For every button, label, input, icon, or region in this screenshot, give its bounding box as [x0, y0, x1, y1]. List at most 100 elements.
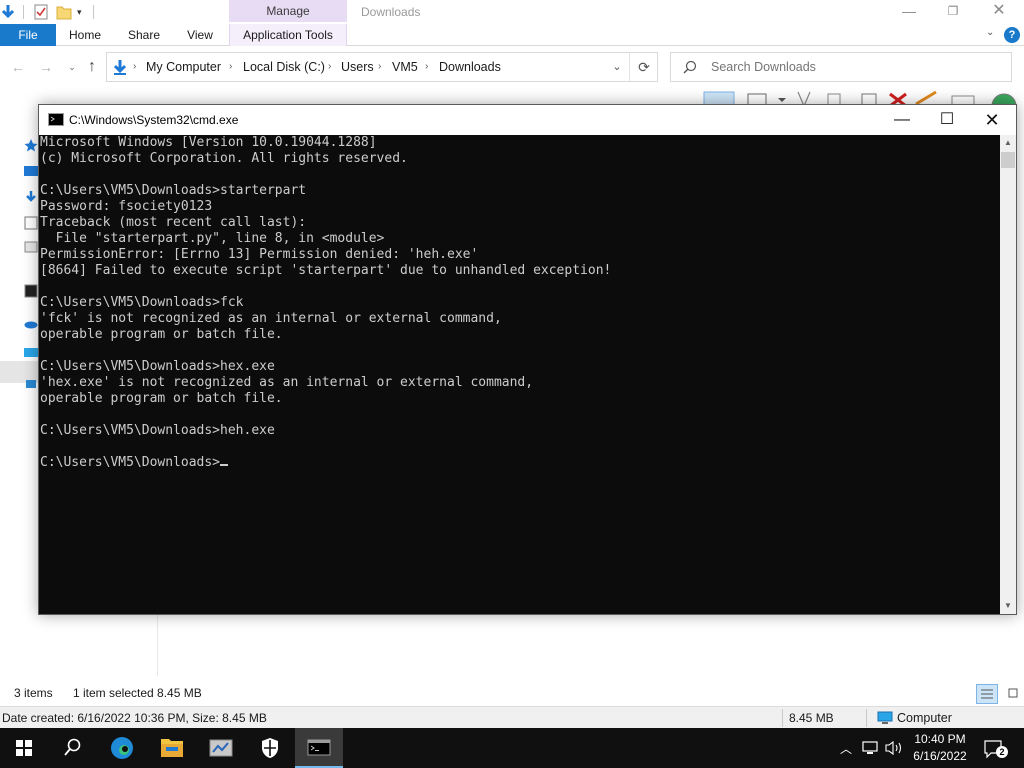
action-center-button[interactable]: 2: [982, 738, 1008, 760]
console-line: operable program or batch file.: [40, 327, 283, 342]
cmd-titlebar[interactable]: C:\Windows\System32\cmd.exe — ☐ ✕: [39, 105, 1016, 135]
volume-icon[interactable]: [884, 740, 906, 756]
breadcrumb-separator-icon[interactable]: ›: [229, 53, 232, 81]
text-cursor: [220, 464, 229, 466]
taskbar-windows-security-button[interactable]: [246, 728, 294, 768]
console-line: [8664] Failed to execute script 'starter…: [40, 263, 612, 278]
windows-start-icon: [16, 740, 32, 756]
refresh-icon[interactable]: ⟳: [633, 53, 655, 81]
taskbar-cmd-button[interactable]: [295, 728, 343, 768]
search-icon: [683, 60, 697, 74]
explorer-status-bar: 3 items 1 item selected 8.45 MB: [0, 680, 1024, 706]
properties-icon[interactable]: [33, 3, 49, 21]
forward-arrow-icon[interactable]: →: [36, 58, 56, 76]
file-explorer-icon: [161, 739, 183, 757]
breadcrumb-downloads[interactable]: Downloads: [439, 53, 501, 81]
breadcrumb-separator-icon[interactable]: ›: [328, 53, 331, 81]
console-line: operable program or batch file.: [40, 391, 283, 406]
console-line: 'fck' is not recognized as an internal o…: [40, 311, 502, 326]
new-folder-icon[interactable]: [56, 3, 72, 21]
console-line: Password: fsociety0123: [40, 199, 213, 214]
tab-view[interactable]: View: [180, 24, 220, 46]
search-icon: [64, 738, 81, 756]
quick-access-star-icon[interactable]: [24, 138, 38, 152]
cmd-folder-icon[interactable]: [24, 284, 38, 298]
taskbar-file-explorer-button[interactable]: [148, 728, 196, 768]
console-prompt-line[interactable]: C:\Users\VM5\Downloads>: [40, 455, 1000, 471]
breadcrumb-separator-icon[interactable]: ›: [425, 53, 428, 81]
search-input[interactable]: [711, 53, 991, 81]
network-icon[interactable]: [862, 740, 880, 756]
cmd-icon: [307, 739, 331, 756]
ribbon-tabs: File Home Share View Application Tools ⌄…: [0, 24, 1024, 46]
cmd-vertical-scrollbar[interactable]: ▲ ▼: [1000, 135, 1016, 614]
taskbar-server-manager-button[interactable]: [197, 728, 245, 768]
windows-security-icon: [262, 738, 278, 758]
customize-qat-icon[interactable]: ▾: [77, 3, 87, 21]
breadcrumb-vm5[interactable]: VM5: [392, 53, 418, 81]
console-prompt: C:\Users\VM5\Downloads>: [40, 455, 221, 470]
large-icons-view-icon[interactable]: [1004, 684, 1022, 704]
network-icon[interactable]: [24, 378, 38, 392]
date-created-info: Date created: 6/16/2022 10:36 PM, Size: …: [2, 711, 267, 725]
explorer-close-button[interactable]: ✕: [976, 0, 1022, 24]
this-pc-computer-icon[interactable]: [24, 346, 38, 360]
desktop-folder-icon[interactable]: [24, 164, 38, 178]
cmd-close-button[interactable]: ✕: [969, 105, 1015, 135]
console-line: PermissionError: [Errno 13] Permission d…: [40, 247, 479, 262]
address-bar[interactable]: › My Computer › Local Disk (C:) › Users …: [106, 52, 658, 82]
explorer-window-title: Downloads: [361, 5, 421, 19]
onedrive-cloud-icon[interactable]: [24, 316, 38, 330]
documents-folder-icon[interactable]: [24, 216, 38, 230]
start-button[interactable]: [0, 728, 48, 768]
console-line: 'hex.exe' is not recognized as an intern…: [40, 375, 534, 390]
breadcrumb-local-disk[interactable]: Local Disk (C:): [243, 53, 325, 81]
scroll-down-arrow-icon[interactable]: ▼: [1000, 598, 1016, 614]
taskbar-edge-button[interactable]: [98, 728, 146, 768]
manage-context-header: Manage: [229, 0, 347, 22]
show-hidden-icons-chevron-icon[interactable]: ︿: [838, 740, 854, 756]
cmd-window[interactable]: C:\Windows\System32\cmd.exe — ☐ ✕ Micros…: [38, 104, 1017, 615]
back-arrow-icon[interactable]: ←: [8, 58, 28, 76]
explorer-restore-button[interactable]: ❐: [930, 0, 976, 24]
qat-divider: [23, 5, 24, 19]
navigation-pane-divider[interactable]: [157, 614, 158, 676]
cmd-minimize-button[interactable]: —: [879, 105, 925, 135]
details-divider: [866, 709, 867, 727]
computer-icon: [877, 711, 893, 725]
cmd-app-icon[interactable]: [48, 113, 64, 126]
breadcrumb-separator-icon[interactable]: ›: [378, 53, 381, 81]
downloads-folder-icon[interactable]: [24, 190, 38, 204]
explorer-minimize-button[interactable]: —: [886, 0, 932, 24]
ribbon-expand-chevron-icon[interactable]: ⌄: [986, 27, 1000, 43]
pictures-folder-icon[interactable]: [24, 240, 38, 254]
tab-application-tools[interactable]: Application Tools: [229, 24, 347, 46]
tab-share[interactable]: Share: [122, 24, 166, 46]
clock-date[interactable]: 6/16/2022: [910, 748, 970, 764]
tab-home[interactable]: Home: [62, 24, 108, 46]
console-output[interactable]: Microsoft Windows [Version 10.0.19044.12…: [39, 135, 1000, 614]
breadcrumb-users[interactable]: Users: [341, 53, 374, 81]
cmd-maximize-button[interactable]: ☐: [924, 105, 970, 135]
recent-locations-chevron-icon[interactable]: ⌄: [62, 58, 82, 76]
search-box[interactable]: [670, 52, 1012, 82]
up-arrow-icon[interactable]: ↑: [82, 58, 102, 76]
download-arrow-icon[interactable]: [0, 3, 16, 21]
scrollbar-thumb[interactable]: [1001, 152, 1015, 168]
notification-count-badge: 2: [996, 746, 1008, 758]
details-divider: [782, 709, 783, 727]
details-view-icon[interactable]: [976, 684, 998, 704]
tab-file[interactable]: File: [0, 24, 56, 46]
qat-divider: [93, 5, 94, 19]
breadcrumb-my-computer[interactable]: My Computer: [146, 53, 221, 81]
address-history-chevron-icon[interactable]: ⌄: [607, 53, 627, 81]
cmd-window-title: C:\Windows\System32\cmd.exe: [69, 113, 239, 127]
scroll-up-arrow-icon[interactable]: ▲: [1000, 135, 1016, 151]
help-icon[interactable]: ?: [1004, 27, 1020, 43]
clock-time[interactable]: 10:40 PM: [910, 731, 970, 747]
taskbar-search-button[interactable]: [48, 728, 96, 768]
